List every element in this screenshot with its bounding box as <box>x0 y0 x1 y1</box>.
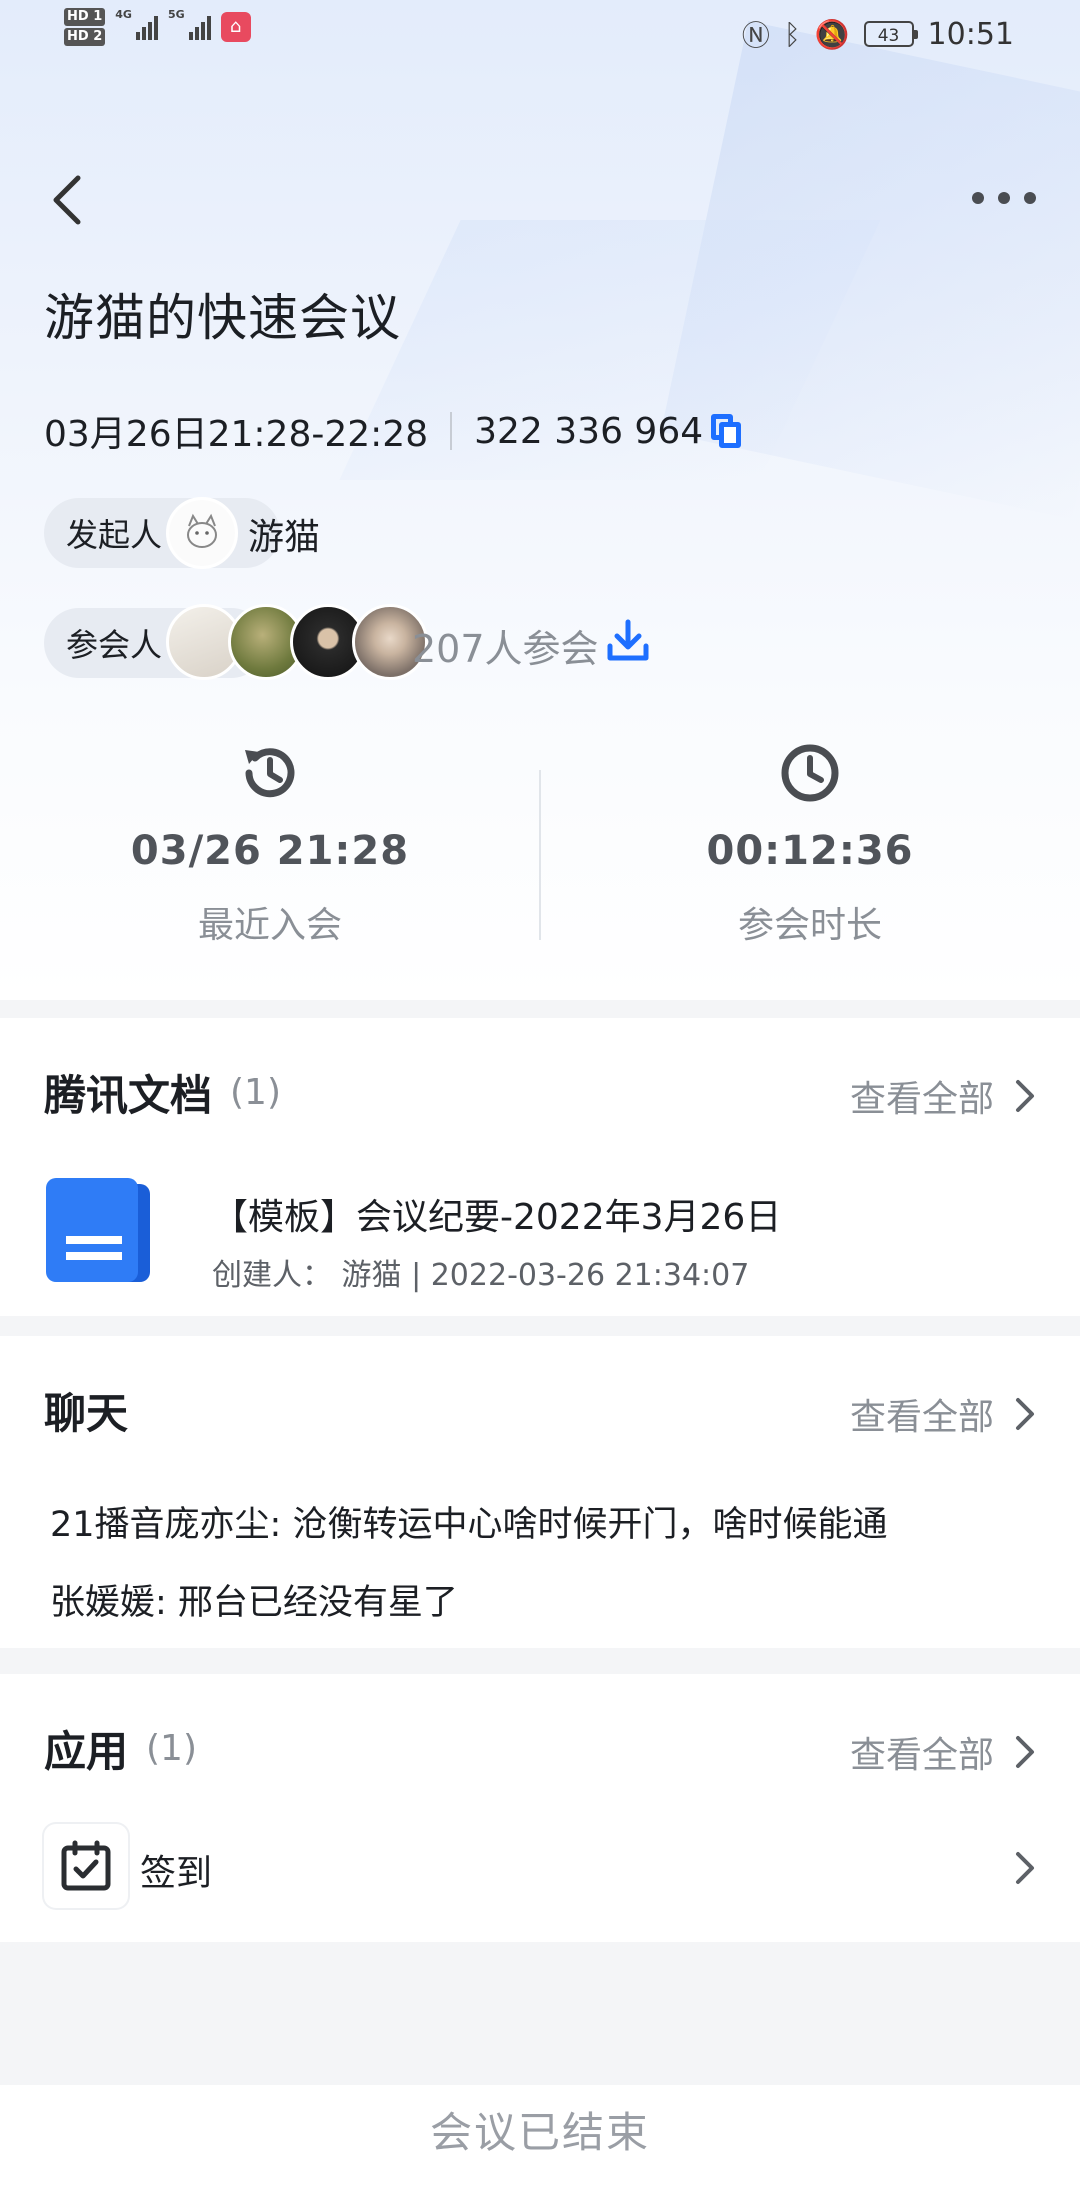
hd2-badge: HD 2 <box>64 28 106 46</box>
meeting-time-row: 03月26日21:28-22:28 322 336 964 <box>44 405 742 457</box>
meeting-ended-text: 会议已结束 <box>429 2108 650 2157</box>
more-dot-icon <box>972 192 984 204</box>
cat-avatar-icon <box>169 500 235 566</box>
hd-indicator: HD 1 HD 2 <box>64 8 106 46</box>
meeting-stats: 03/26 21:28 最近入会 00:12:36 参会时长 <box>0 740 1080 990</box>
apps-view-all-button[interactable]: 查看全部 <box>850 1726 1036 1778</box>
initiator-name: 游猫 <box>248 517 321 558</box>
clock-time: 10:51 <box>927 16 1014 52</box>
hd1-badge: HD 1 <box>64 8 106 26</box>
apps-card: 应用 (1) 查看全部 签到 <box>0 1674 1080 1942</box>
doc-meta: 创建人： 游猫 | 2022-03-26 21:34:07 <box>212 1258 750 1293</box>
check-in-app-icon[interactable] <box>44 1824 128 1908</box>
docs-card: 腾讯文档 (1) 查看全部 【模板】会议纪要-2022年3月26日 创建人： 游… <box>0 1018 1080 1316</box>
chat-section-title: 聊天 <box>44 1380 129 1441</box>
avatar[interactable] <box>166 497 238 569</box>
docs-view-all-button[interactable]: 查看全部 <box>850 1070 1036 1122</box>
chat-message: 张媛媛: 邢台已经没有星了 <box>50 1583 458 1623</box>
participant-avatars[interactable] <box>166 604 428 680</box>
network-type-2: 5G <box>167 8 185 21</box>
back-button[interactable] <box>44 170 94 230</box>
duration-caption: 参会时长 <box>737 905 882 946</box>
more-dot-icon <box>998 192 1010 204</box>
copy-icon[interactable] <box>711 414 742 448</box>
view-all-label: 查看全部 <box>849 1397 994 1438</box>
participant-count: 207人参会 <box>412 627 599 671</box>
signal-icon <box>135 14 158 40</box>
document-icon[interactable] <box>44 1176 154 1288</box>
history-clock-icon <box>245 748 295 798</box>
chat-view-all-button[interactable]: 查看全部 <box>850 1388 1036 1440</box>
chevron-left-icon <box>53 175 81 225</box>
network-type-1: 4G <box>115 8 132 21</box>
more-dot-icon <box>1024 192 1036 204</box>
view-all-label: 查看全部 <box>849 1735 994 1776</box>
status-bar: HD 1 HD 2 4G 5G ⌂ Ⓝ ᛒ 🔕 43 10:51 <box>0 0 1080 70</box>
airbnb-notification-icon: ⌂ <box>220 12 251 42</box>
last-join-value: 03/26 21:28 <box>130 828 410 874</box>
nfc-icon: Ⓝ <box>741 19 770 52</box>
bluetooth-icon: ᛒ <box>783 17 801 51</box>
chevron-right-icon[interactable] <box>1014 1850 1036 1886</box>
view-all-label: 查看全部 <box>849 1079 994 1120</box>
divider <box>450 412 453 450</box>
meeting-time-range: 03月26日21:28-22:28 <box>44 414 429 455</box>
more-options-button[interactable] <box>972 180 1036 216</box>
download-icon-svg <box>607 619 649 661</box>
docs-section-title: 腾讯文档 <box>44 1062 213 1123</box>
check-in-label[interactable]: 签到 <box>140 1844 212 1896</box>
chevron-right-icon <box>1016 1398 1034 1430</box>
chat-card: 聊天 查看全部 21播音庞亦尘: 沧衡转运中心啥时候开门，啥时候能通 张媛媛: … <box>0 1336 1080 1648</box>
download-icon[interactable] <box>606 618 650 662</box>
apps-count: (1) <box>146 1728 198 1769</box>
docs-count: (1) <box>230 1072 282 1113</box>
stat-duration: 00:12:36 参会时长 <box>540 740 1080 948</box>
clock-icon <box>781 744 839 802</box>
chevron-right-icon <box>1016 1080 1034 1112</box>
calendar-check-icon <box>61 1840 111 1891</box>
chat-message: 21播音庞亦尘: 沧衡转运中心啥时候开门，啥时候能通 <box>50 1505 888 1545</box>
apps-section-title: 应用 <box>44 1718 129 1779</box>
last-join-caption: 最近入会 <box>197 905 342 946</box>
participants-label: 参会人 <box>66 626 163 664</box>
signal-icon <box>188 14 211 40</box>
doc-title[interactable]: 【模板】会议纪要-2022年3月26日 <box>212 1188 781 1240</box>
initiator-label: 发起人 <box>66 516 163 554</box>
duration-value: 00:12:36 <box>706 828 914 874</box>
chevron-right-icon <box>1016 1736 1034 1768</box>
meeting-title: 游猫的快速会议 <box>44 289 401 347</box>
mute-bell-icon: 🔕 <box>814 17 850 51</box>
stat-last-join: 03/26 21:28 最近入会 <box>0 740 540 948</box>
battery-icon: 43 <box>863 21 918 47</box>
meeting-ended-bar: 会议已结束 <box>0 2085 1080 2204</box>
initiator-chip: 发起人 <box>44 498 280 568</box>
meeting-id: 322 336 964 <box>474 410 704 452</box>
